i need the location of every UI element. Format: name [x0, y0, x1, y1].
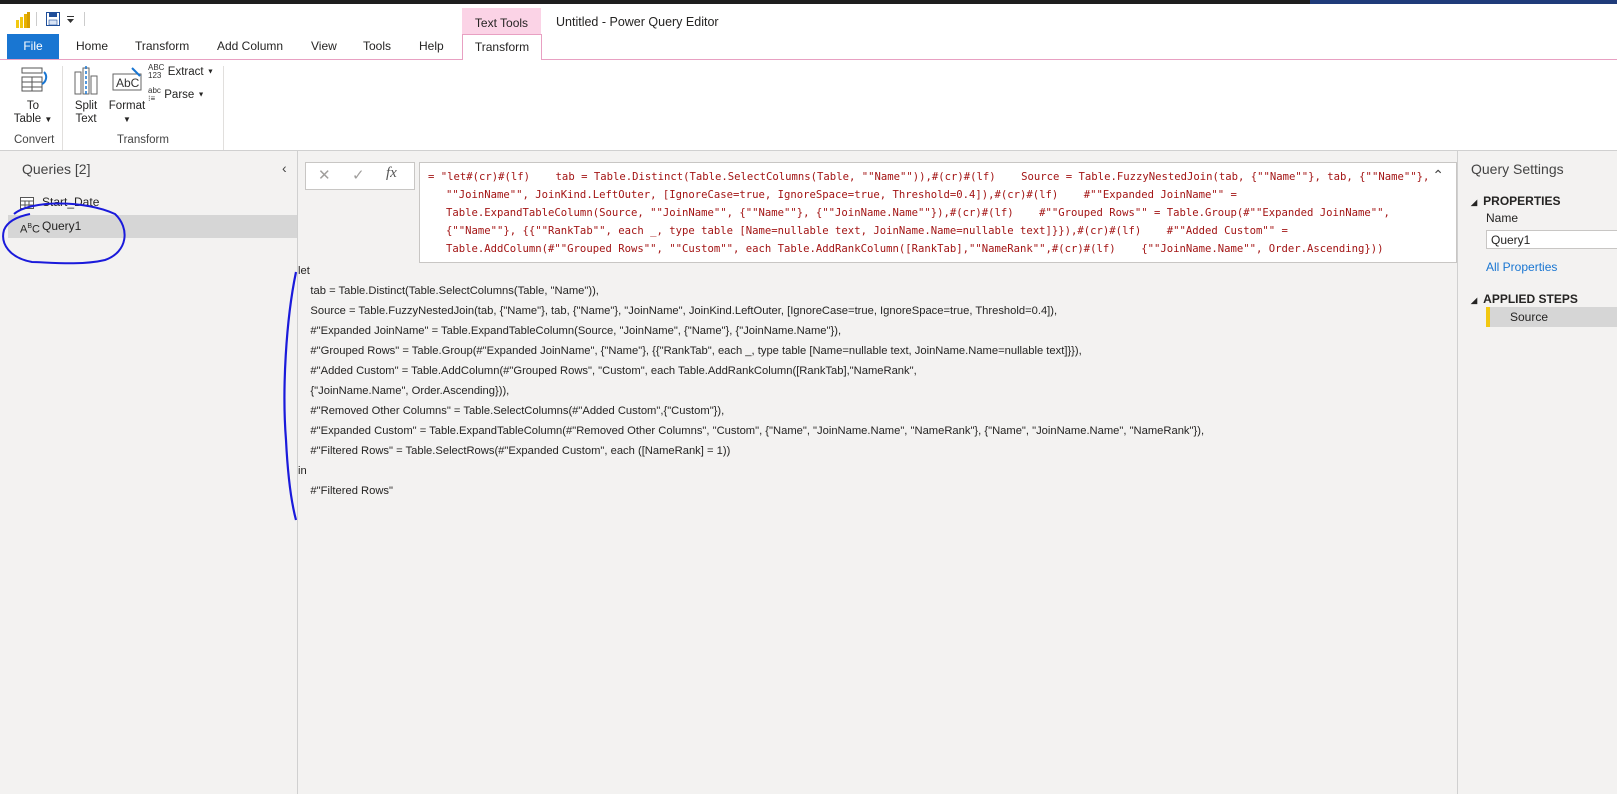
save-icon[interactable] [46, 12, 60, 29]
query-item-query1[interactable]: ABC Query1 [8, 215, 297, 238]
group-separator [62, 66, 63, 150]
query-item-start-date[interactable]: Start_Date [8, 191, 297, 214]
tab-text-tools-transform[interactable]: Transform [462, 34, 542, 61]
properties-label: PROPERTIES [1483, 194, 1561, 208]
separator [84, 12, 85, 26]
split-text-button[interactable]: Split Text [68, 66, 104, 126]
applied-step-source[interactable]: Source [1486, 307, 1617, 327]
power-bi-logo-icon [16, 12, 30, 31]
chevron-down-icon: ▼ [44, 115, 53, 124]
extract-button[interactable]: ABC 123 Extract ▼ [148, 64, 214, 80]
query-label: Start_Date [42, 195, 100, 209]
queries-title: Queries [2] [22, 161, 91, 177]
tab-add-column[interactable]: Add Column [207, 34, 293, 59]
properties-header[interactable]: ◢ PROPERTIES [1471, 194, 1561, 208]
tab-help[interactable]: Help [409, 34, 454, 59]
chevron-down-icon: ▼ [123, 115, 131, 124]
code-line: #"Filtered Rows" = Table.SelectRows(#"Ex… [298, 445, 731, 457]
tab-home[interactable]: Home [66, 34, 118, 59]
to-table-label-line2: Table [13, 113, 42, 125]
query-settings-title: Query Settings [1471, 161, 1564, 177]
formula-controls: ✕ ✓ fx [305, 162, 415, 190]
code-line: {"JoinName.Name", Order.Ascending})), [298, 385, 510, 397]
step-label: Source [1510, 310, 1549, 324]
split-text-line2: Text [75, 113, 97, 125]
extract-icon: ABC 123 [148, 63, 165, 80]
format-label: Format [108, 100, 146, 112]
parse-label: Parse [164, 89, 195, 101]
to-table-icon [18, 67, 48, 99]
tab-transform[interactable]: Transform [125, 34, 199, 59]
code-line: #"Expanded Custom" = Table.ExpandTableCo… [298, 425, 1205, 437]
svg-text:AbC: AbC [116, 76, 140, 90]
format-icon: AbC [112, 67, 142, 99]
convert-group-label: Convert [14, 134, 55, 146]
collapse-triangle-icon: ◢ [1471, 296, 1478, 305]
to-table-label-line1: To [26, 100, 40, 112]
code-line: in [298, 465, 307, 477]
code-line: #"Added Custom" = Table.AddColumn(#"Grou… [298, 365, 917, 377]
fx-icon[interactable]: fx [386, 165, 397, 182]
extract-label: Extract [167, 66, 204, 78]
formula-text[interactable]: = "let#(cr)#(lf) tab = Table.Distinct(Ta… [428, 168, 1431, 258]
ribbon: To Table ▼ Convert Split Text AbC Format… [0, 60, 1617, 151]
parse-icon: abc ⁝≡ [148, 86, 161, 103]
split-text-line1: Split [74, 100, 98, 112]
code-line: tab = Table.Distinct(Table.SelectColumns… [298, 285, 599, 297]
format-button[interactable]: AbC Format ▼ [108, 66, 146, 126]
commit-check-icon[interactable]: ✓ [352, 166, 365, 184]
all-properties-link[interactable]: All Properties [1486, 260, 1557, 274]
collapse-chevron-icon[interactable]: ‹ [282, 160, 287, 176]
code-line: #"Removed Other Columns" = Table.SelectC… [298, 405, 725, 417]
query-name-input[interactable] [1486, 230, 1617, 249]
to-table-button[interactable]: To Table ▼ [12, 66, 54, 126]
transform-group-label: Transform [117, 134, 169, 146]
cancel-icon[interactable]: ✕ [318, 166, 331, 184]
tab-file[interactable]: File [7, 34, 59, 59]
code-line: #"Expanded JoinName" = Table.ExpandTable… [298, 325, 842, 337]
chevron-down-icon: ▼ [197, 91, 205, 99]
collapse-formula-icon[interactable]: ⌃ [1432, 167, 1444, 184]
parse-button[interactable]: abc ⁝≡ Parse ▼ [148, 87, 205, 103]
name-label: Name [1486, 211, 1519, 225]
code-line: #"Grouped Rows" = Table.Group(#"Expanded… [298, 345, 1082, 357]
window-title: Untitled - Power Query Editor [556, 15, 719, 29]
split-column-icon [71, 66, 101, 99]
query-settings-pane: Query Settings ◢ PROPERTIES Name All Prop… [1457, 151, 1617, 794]
tab-tools[interactable]: Tools [353, 34, 401, 59]
separator [36, 12, 37, 26]
ribbon-tabs: File Home Transform Add Column View Tool… [0, 34, 1617, 61]
group-separator [223, 66, 224, 150]
tab-view[interactable]: View [301, 34, 347, 59]
text-type-icon: ABC [20, 223, 40, 236]
queries-pane: Queries [2] ‹ Start_Date ABC Query1 [0, 151, 298, 794]
query-label: Query1 [42, 219, 82, 233]
quick-access-dropdown-icon[interactable] [66, 14, 76, 28]
collapse-triangle-icon: ◢ [1471, 198, 1478, 207]
code-editor[interactable]: let tab = Table.Distinct(Table.SelectCol… [298, 265, 1456, 794]
formula-bar[interactable]: = "let#(cr)#(lf) tab = Table.Distinct(Ta… [419, 162, 1457, 263]
table-icon [20, 191, 34, 217]
applied-steps-label: APPLIED STEPS [1483, 292, 1578, 306]
applied-steps-header[interactable]: ◢ APPLIED STEPS [1471, 292, 1578, 306]
chevron-down-icon: ▼ [206, 68, 214, 76]
code-line: #"Filtered Rows" [298, 485, 393, 497]
code-line: let [298, 265, 310, 277]
code-line: Source = Table.FuzzyNestedJoin(tab, {"Na… [298, 305, 1058, 317]
title-bar: Text Tools Untitled - Power Query Editor [0, 4, 1617, 38]
